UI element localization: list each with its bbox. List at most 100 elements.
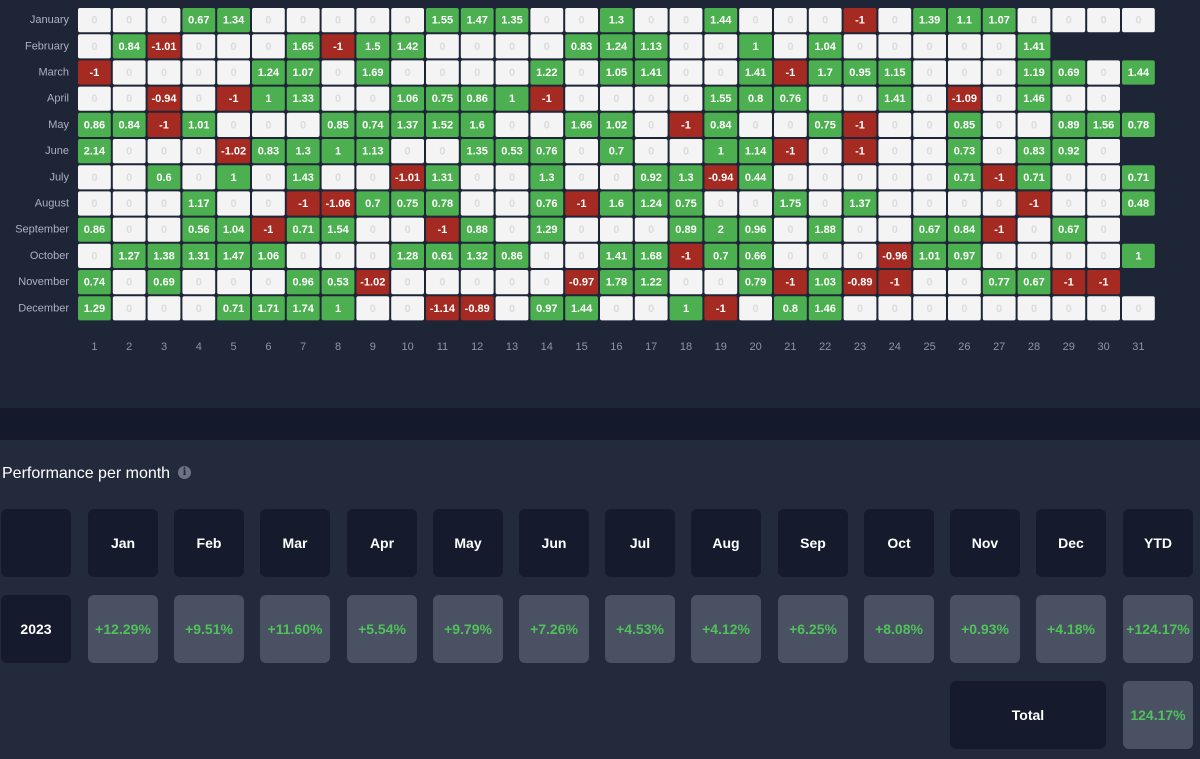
heatmap-cell[interactable]: 0 xyxy=(948,191,981,216)
heatmap-cell[interactable]: 1.35 xyxy=(460,139,494,164)
heatmap-cell[interactable]: 0 xyxy=(1052,8,1086,33)
heatmap-cell[interactable]: 0 xyxy=(913,191,946,216)
heatmap-cell[interactable]: 0 xyxy=(147,8,181,33)
heatmap-cell[interactable]: 1.01 xyxy=(182,112,216,137)
heatmap-cell[interactable]: 0 xyxy=(426,270,459,295)
heatmap-cell[interactable]: 0 xyxy=(808,139,842,164)
heatmap-cell[interactable]: 0 xyxy=(669,34,703,59)
heatmap-cell[interactable]: 0 xyxy=(147,296,181,321)
heatmap-cell[interactable]: 1.14 xyxy=(739,139,772,164)
heatmap-cell[interactable]: 0 xyxy=(634,8,668,33)
heatmap-cell[interactable]: 0.84 xyxy=(704,112,738,137)
heatmap-cell[interactable]: 0 xyxy=(217,112,250,137)
heatmap-cell[interactable]: 1.47 xyxy=(460,8,494,33)
heatmap-cell[interactable]: 1.43 xyxy=(286,165,320,190)
heatmap-cell[interactable]: 1.07 xyxy=(982,8,1016,33)
heatmap-cell[interactable]: 0 xyxy=(252,165,285,190)
heatmap-cell[interactable]: 0.61 xyxy=(426,243,459,268)
heatmap-cell[interactable]: 0 xyxy=(948,270,981,295)
heatmap-cell[interactable]: 0 xyxy=(774,165,807,190)
heatmap-cell[interactable]: 0 xyxy=(286,8,320,33)
heatmap-cell[interactable]: 0 xyxy=(356,243,390,268)
heatmap-cell[interactable]: 1.02 xyxy=(600,112,633,137)
heatmap-cell[interactable]: 0.8 xyxy=(739,86,772,111)
heatmap-cell[interactable]: -1 xyxy=(669,243,703,268)
heatmap-cell[interactable]: 0 xyxy=(182,165,216,190)
heatmap-cell[interactable]: 0 xyxy=(182,270,216,295)
heatmap-cell[interactable]: 1.41 xyxy=(878,86,912,111)
heatmap-cell[interactable]: 0.67 xyxy=(1052,217,1086,242)
heatmap-cell[interactable]: 0.84 xyxy=(112,34,146,59)
heatmap-cell[interactable]: 0 xyxy=(530,270,564,295)
heatmap-cell[interactable]: -1 xyxy=(774,139,807,164)
heatmap-cell[interactable]: 0 xyxy=(321,8,355,33)
heatmap-cell[interactable]: 0 xyxy=(808,165,842,190)
heatmap-cell[interactable]: 0 xyxy=(1052,165,1086,190)
heatmap-cell[interactable]: 0.7 xyxy=(600,139,633,164)
heatmap-cell[interactable]: 0 xyxy=(1087,8,1120,33)
heatmap-cell[interactable]: -1.01 xyxy=(391,165,424,190)
heatmap-cell[interactable]: 0 xyxy=(460,270,494,295)
heatmap-cell[interactable]: 0 xyxy=(1087,60,1120,85)
heatmap-cell[interactable]: -1 xyxy=(1017,191,1051,216)
heatmap-cell[interactable]: 1.54 xyxy=(321,217,355,242)
heatmap-cell[interactable]: 0 xyxy=(182,296,216,321)
heatmap-cell[interactable]: 0.71 xyxy=(286,217,320,242)
heatmap-cell[interactable]: 1.42 xyxy=(391,34,424,59)
heatmap-cell[interactable]: 0.92 xyxy=(1052,139,1086,164)
heatmap-cell[interactable]: 0.83 xyxy=(1017,139,1051,164)
heatmap-cell[interactable]: 0.74 xyxy=(356,112,390,137)
heatmap-cell[interactable]: 0 xyxy=(495,165,529,190)
heatmap-cell[interactable]: 1.35 xyxy=(495,8,529,33)
heatmap-cell[interactable]: 0 xyxy=(1087,86,1120,111)
heatmap-cell[interactable]: 0 xyxy=(1087,139,1120,164)
heatmap-cell[interactable]: 0 xyxy=(982,112,1016,137)
heatmap-cell[interactable]: 0 xyxy=(774,243,807,268)
heatmap-cell[interactable]: -1 xyxy=(982,165,1016,190)
heatmap-cell[interactable]: 0 xyxy=(565,86,598,111)
heatmap-cell[interactable]: 0.85 xyxy=(948,112,981,137)
heatmap-cell[interactable]: 0 xyxy=(182,139,216,164)
heatmap-cell[interactable]: 0 xyxy=(391,270,424,295)
heatmap-cell[interactable]: 0 xyxy=(147,191,181,216)
heatmap-cell[interactable]: 0.67 xyxy=(913,217,946,242)
heatmap-cell[interactable]: 0 xyxy=(808,191,842,216)
heatmap-cell[interactable]: 0 xyxy=(1017,112,1051,137)
heatmap-cell[interactable]: 0 xyxy=(913,296,946,321)
heatmap-cell[interactable]: 1 xyxy=(321,139,355,164)
heatmap-cell[interactable]: 0 xyxy=(878,139,912,164)
heatmap-cell[interactable]: 0 xyxy=(321,60,355,85)
heatmap-cell[interactable]: 0 xyxy=(774,34,807,59)
heatmap-cell[interactable]: 1.34 xyxy=(217,8,250,33)
heatmap-cell[interactable]: 1.3 xyxy=(669,165,703,190)
heatmap-cell[interactable]: 1.65 xyxy=(286,34,320,59)
heatmap-cell[interactable]: -1 xyxy=(252,217,285,242)
heatmap-cell[interactable]: 1.46 xyxy=(808,296,842,321)
heatmap-cell[interactable]: 0 xyxy=(565,243,598,268)
heatmap-cell[interactable]: 0 xyxy=(530,34,564,59)
heatmap-cell[interactable]: 0.83 xyxy=(565,34,598,59)
heatmap-cell[interactable]: 1.46 xyxy=(1017,86,1051,111)
heatmap-cell[interactable]: 0 xyxy=(78,243,111,268)
heatmap-cell[interactable]: 0 xyxy=(774,217,807,242)
heatmap-cell[interactable]: 0 xyxy=(843,243,877,268)
heatmap-cell[interactable]: 0 xyxy=(391,8,424,33)
heatmap-cell[interactable]: 0.92 xyxy=(634,165,668,190)
heatmap-cell[interactable]: 1.29 xyxy=(530,217,564,242)
heatmap-cell[interactable]: 0 xyxy=(78,34,111,59)
heatmap-cell[interactable]: 1.44 xyxy=(1122,60,1155,85)
heatmap-cell[interactable]: 1.41 xyxy=(739,60,772,85)
heatmap-cell[interactable]: 0 xyxy=(739,191,772,216)
heatmap-cell[interactable]: 0 xyxy=(843,86,877,111)
heatmap-cell[interactable]: 1.6 xyxy=(600,191,633,216)
heatmap-cell[interactable]: 1.52 xyxy=(426,112,459,137)
heatmap-cell[interactable]: 1.05 xyxy=(600,60,633,85)
heatmap-cell[interactable]: 0 xyxy=(669,86,703,111)
heatmap-cell[interactable]: 2 xyxy=(704,217,738,242)
heatmap-cell[interactable]: 0 xyxy=(878,8,912,33)
info-icon[interactable]: i xyxy=(178,466,191,479)
heatmap-cell[interactable]: -1 xyxy=(78,60,111,85)
heatmap-cell[interactable]: 0.97 xyxy=(530,296,564,321)
heatmap-cell[interactable]: 0.69 xyxy=(147,270,181,295)
heatmap-cell[interactable]: 0 xyxy=(356,165,390,190)
